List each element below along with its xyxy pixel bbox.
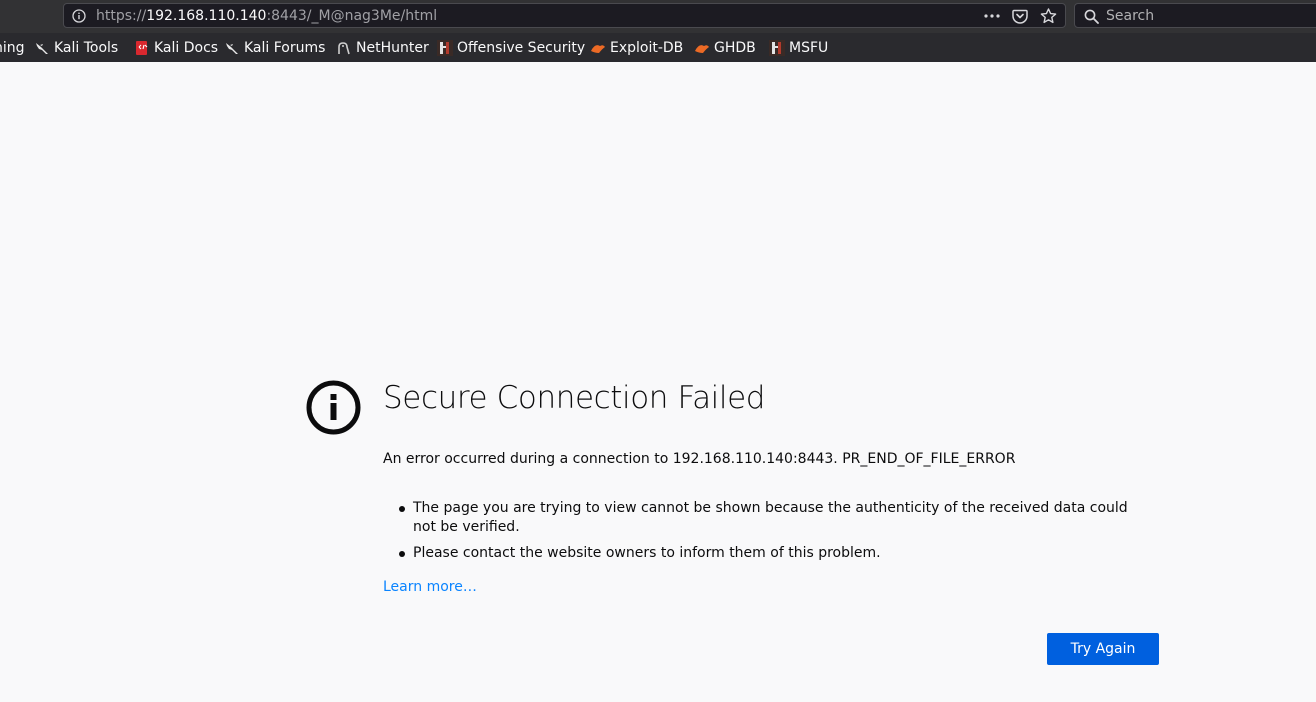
list-item: Please contact the website owners to inf… <box>383 544 1143 563</box>
bookmark-label: Exploit-DB <box>610 40 684 56</box>
learn-more-link[interactable]: Learn more… <box>383 579 477 595</box>
error-description: An error occurred during a connection to… <box>383 451 1016 467</box>
bookmarks-toolbar: hing Kali Tools Kali Docs Kali Forums Ne… <box>0 33 1316 62</box>
try-again-button[interactable]: Try Again <box>1047 633 1159 665</box>
offsec-icon <box>769 40 785 56</box>
search-bar[interactable]: Search <box>1074 3 1316 28</box>
browser-chrome: https://192.168.110.140:8443/_M@nag3Me/h… <box>0 0 1316 62</box>
bookmark-label: Kali Docs <box>154 40 219 56</box>
bookmark-label: MSFU <box>789 40 829 56</box>
offsec-icon <box>437 40 453 56</box>
kali-docs-icon <box>136 41 148 55</box>
error-details-list: The page you are trying to view cannot b… <box>383 499 1143 570</box>
list-item: The page you are trying to view cannot b… <box>383 499 1143 537</box>
kali-dragon-icon <box>226 43 238 54</box>
bookmark-item-msfu[interactable]: MSFU <box>769 39 828 57</box>
nethunter-icon <box>338 42 350 55</box>
url-scheme: https:// <box>96 8 147 24</box>
info-icon <box>306 380 361 435</box>
exploit-db-icon <box>591 45 605 53</box>
bookmark-item-clipped[interactable]: hing <box>0 39 25 57</box>
bookmark-item-offensive-security[interactable]: Offensive Security <box>437 39 585 57</box>
navigation-toolbar: https://192.168.110.140:8443/_M@nag3Me/h… <box>0 0 1316 33</box>
url-path: :8443/_M@nag3Me/html <box>266 8 438 24</box>
bookmark-item-exploit-db[interactable]: Exploit-DB <box>590 39 683 57</box>
url-bar[interactable]: https://192.168.110.140:8443/_M@nag3Me/h… <box>63 3 1066 28</box>
bookmark-item-kali-docs[interactable]: Kali Docs <box>134 39 218 57</box>
page-actions-icon[interactable] <box>983 8 1001 24</box>
bookmark-item-nethunter[interactable]: NetHunter <box>336 39 429 57</box>
url-actions <box>983 8 1057 24</box>
bookmark-label: NetHunter <box>356 40 429 56</box>
bullet-icon <box>399 506 405 512</box>
bullet-icon <box>399 551 405 557</box>
bookmark-label: hing <box>0 40 25 56</box>
bookmark-item-kali-tools[interactable]: Kali Tools <box>34 39 118 57</box>
bookmark-label: GHDB <box>714 40 756 56</box>
bookmark-item-ghdb[interactable]: GHDB <box>694 39 756 57</box>
bookmark-star-icon[interactable] <box>1039 8 1057 24</box>
list-item-text: Please contact the website owners to inf… <box>413 545 881 561</box>
kali-dragon-icon <box>36 43 48 54</box>
url-host: 192.168.110.140 <box>146 8 267 24</box>
search-icon <box>1084 9 1099 24</box>
search-placeholder: Search <box>1106 8 1155 24</box>
bookmark-label: Kali Tools <box>54 40 119 56</box>
bookmark-label: Kali Forums <box>244 40 326 56</box>
bookmark-item-kali-forums[interactable]: Kali Forums <box>224 39 325 57</box>
site-info-icon[interactable] <box>72 9 86 23</box>
url-text[interactable]: https://192.168.110.140:8443/_M@nag3Me/h… <box>96 8 437 24</box>
exploit-db-icon <box>695 45 709 53</box>
list-item-text: The page you are trying to view cannot b… <box>413 500 1128 535</box>
bookmark-label: Offensive Security <box>457 40 586 56</box>
error-title: Secure Connection Failed <box>383 380 766 416</box>
pocket-icon[interactable] <box>1011 8 1029 24</box>
